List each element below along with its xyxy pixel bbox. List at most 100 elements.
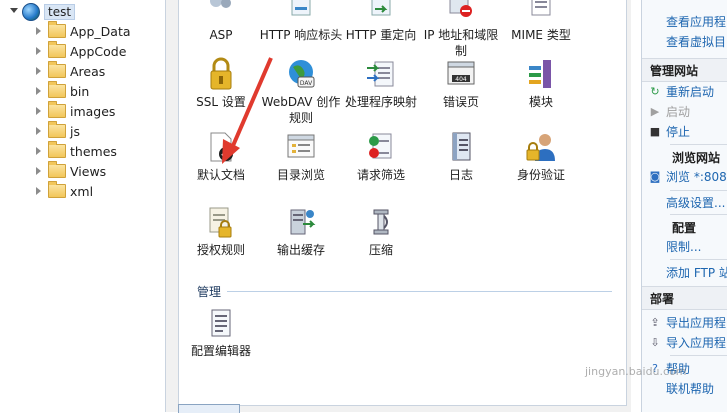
expand-arrow-icon[interactable]	[36, 107, 41, 115]
modules-icon	[524, 57, 558, 91]
feature-handler-mappings[interactable]: 处理程序映射	[339, 57, 423, 110]
expand-arrow-icon[interactable]	[36, 187, 41, 195]
folder-icon	[48, 161, 66, 178]
tree-item-views[interactable]: Views	[36, 161, 106, 180]
feature-configuration-editor[interactable]: 配置编辑器	[179, 306, 263, 359]
feature-logging[interactable]: 日志	[419, 130, 503, 183]
export-icon: ⇪	[650, 315, 660, 329]
authorization-rules-icon	[204, 205, 238, 239]
watermark: jingyan.baidu.com	[585, 365, 687, 378]
default-document-icon	[204, 130, 238, 164]
http-redirect-icon	[364, 0, 398, 24]
tree-item-xml[interactable]: xml	[36, 181, 93, 200]
divider	[670, 190, 727, 191]
folder-icon	[48, 101, 66, 118]
feature-http-redirect[interactable]: HTTP 重定向	[339, 0, 423, 43]
action-add-ftp[interactable]: 添加 FTP 站	[642, 263, 727, 281]
feature-authentication[interactable]: 身份验证	[499, 130, 583, 183]
tree-item-js[interactable]: js	[36, 121, 80, 140]
feature-ssl-settings[interactable]: SSL 设置	[179, 57, 263, 110]
svg-text:DAV: DAV	[300, 80, 313, 87]
expand-arrow-icon[interactable]	[36, 87, 41, 95]
directory-browsing-icon	[284, 130, 318, 164]
action-restart[interactable]: ↻ 重新启动	[642, 82, 714, 100]
divider	[670, 259, 727, 260]
mime-types-icon	[524, 0, 558, 24]
feature-output-caching[interactable]: 输出缓存	[259, 205, 343, 258]
feature-ip-restrictions[interactable]: IP 地址和域限制	[419, 0, 503, 59]
feature-request-filtering[interactable]: 请求筛选	[339, 130, 423, 183]
ssl-lock-icon	[204, 57, 238, 91]
site-globe-icon	[22, 3, 40, 21]
expand-arrow-icon[interactable]	[36, 27, 41, 35]
action-online-help[interactable]: 联机帮助	[642, 379, 714, 397]
folder-icon	[48, 141, 66, 158]
action-view-virtual-directories[interactable]: 查看虚拟目	[642, 32, 726, 50]
action-stop[interactable]: ■ 停止	[642, 122, 690, 140]
logging-icon	[444, 130, 478, 164]
expand-arrow-icon[interactable]	[36, 167, 41, 175]
action-import-application[interactable]: ⇩ 导入应用程	[642, 333, 726, 351]
feature-modules[interactable]: 模块	[499, 57, 583, 110]
tree-item-appcode[interactable]: AppCode	[36, 41, 126, 60]
actions-pane: 查看应用程 查看虚拟目 管理网站 ↻ 重新启动 ▶ 启动 ■ 停止 浏览网站 ◙ 浏览 …	[641, 0, 727, 412]
feature-error-pages[interactable]: 404 错误页	[419, 57, 503, 110]
action-limits[interactable]: 限制...	[642, 237, 701, 255]
expand-arrow-icon[interactable]	[36, 47, 41, 55]
tree-item-bin[interactable]: bin	[36, 81, 89, 100]
handler-mappings-icon	[364, 57, 398, 91]
expand-arrow-icon[interactable]	[36, 127, 41, 135]
features-panel: ASP HTTP 响应标头 HTTP 重定向 IP 地址和域限制 MIME 类型…	[178, 0, 627, 406]
divider	[670, 214, 727, 215]
action-browse[interactable]: ◙ 浏览 *:808	[642, 167, 727, 185]
feature-mime-types[interactable]: MIME 类型	[499, 0, 583, 43]
compression-icon	[364, 205, 398, 239]
feature-asp[interactable]: ASP	[179, 0, 263, 43]
header-configure: 配置	[672, 221, 697, 235]
tree-root-site[interactable]: test	[22, 2, 76, 22]
action-advanced-settings[interactable]: 高级设置...	[642, 193, 725, 211]
browse-icon: ◙	[649, 169, 661, 183]
expand-arrow-icon[interactable]	[36, 67, 41, 75]
header-manage-site: 管理网站	[642, 58, 727, 82]
feature-webdav[interactable]: DAV WebDAV 创作规则	[259, 57, 343, 126]
tree-item-images[interactable]: images	[36, 101, 115, 120]
webdav-globe-icon: DAV	[284, 57, 318, 91]
restart-icon: ↻	[650, 84, 660, 98]
group-header-manage: 管理	[197, 284, 612, 299]
tree-item-areas[interactable]: Areas	[36, 61, 105, 80]
http-response-headers-icon	[284, 0, 318, 24]
divider	[670, 355, 727, 356]
asp-icon	[204, 0, 238, 24]
site-tree: test App_Data AppCode Areas bin images j…	[0, 0, 166, 412]
header-deploy: 部署	[642, 286, 727, 310]
authentication-icon	[524, 130, 558, 164]
feature-compression[interactable]: 压缩	[339, 205, 423, 258]
configuration-editor-icon	[204, 306, 238, 340]
folder-icon	[48, 81, 66, 98]
action-start[interactable]: ▶ 启动	[642, 102, 690, 120]
svg-text:404: 404	[455, 76, 467, 83]
feature-directory-browsing[interactable]: 目录浏览	[259, 130, 343, 183]
feature-http-response-headers[interactable]: HTTP 响应标头	[259, 0, 343, 43]
folder-icon	[48, 181, 66, 198]
header-browse-site: 浏览网站	[672, 151, 721, 165]
features-view: ASP HTTP 响应标头 HTTP 重定向 IP 地址和域限制 MIME 类型…	[166, 0, 631, 413]
ip-restrictions-icon	[444, 0, 478, 24]
expand-arrow-icon[interactable]	[36, 147, 41, 155]
action-view-applications[interactable]: 查看应用程	[642, 12, 726, 30]
folder-icon	[48, 41, 66, 58]
tree-item-themes[interactable]: themes	[36, 141, 117, 160]
tree-collapse-icon[interactable]	[10, 8, 18, 13]
output-caching-icon	[284, 205, 318, 239]
feature-authorization-rules[interactable]: 授权规则	[179, 205, 263, 258]
feature-default-document[interactable]: 默认文档	[179, 130, 263, 183]
request-filtering-icon	[364, 130, 398, 164]
folder-icon	[48, 121, 66, 138]
tree-root-label: test	[44, 4, 76, 20]
tree-item-app-data[interactable]: App_Data	[36, 21, 131, 40]
divider	[670, 144, 727, 145]
folder-icon	[48, 61, 66, 78]
import-icon: ⇩	[650, 335, 660, 349]
action-export-application[interactable]: ⇪ 导出应用程	[642, 313, 726, 331]
